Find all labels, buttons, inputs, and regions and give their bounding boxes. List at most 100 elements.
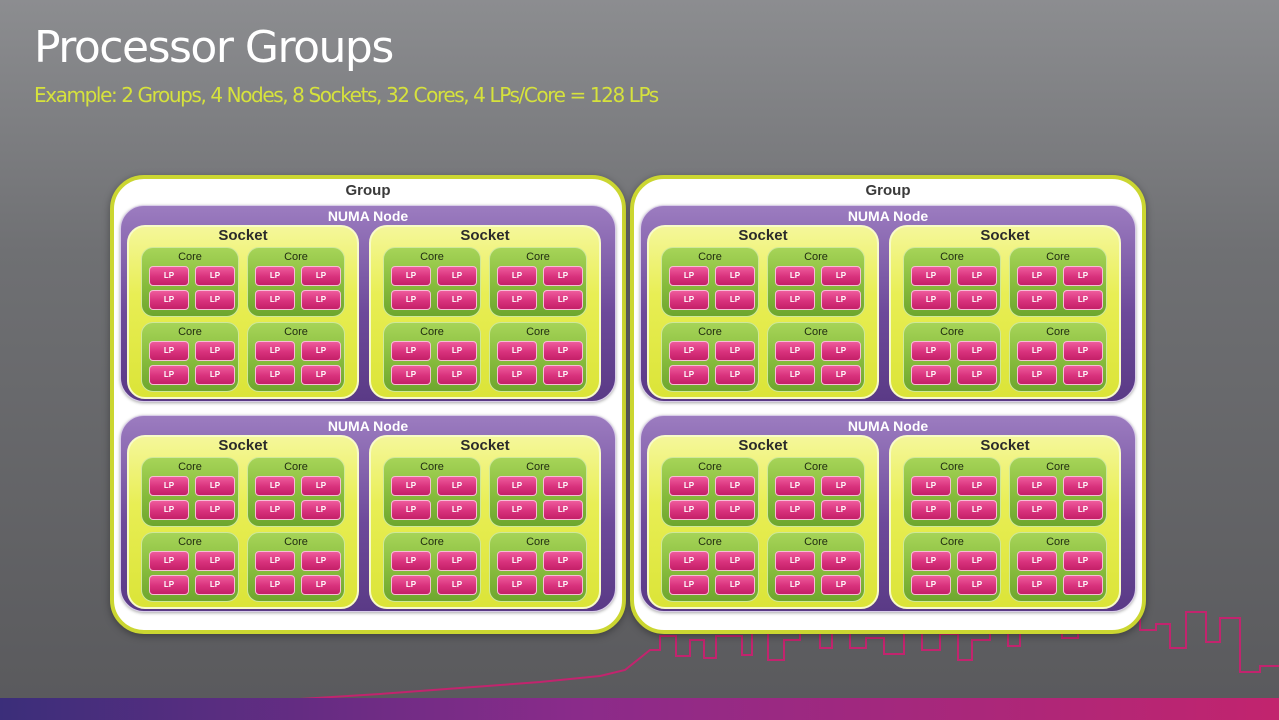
core-label: Core bbox=[804, 536, 828, 548]
logical-processor: LP bbox=[775, 476, 815, 496]
logical-processor: LP bbox=[821, 575, 861, 595]
logical-processor: LP bbox=[255, 290, 295, 310]
footer-gradient-bar bbox=[0, 698, 1279, 720]
core-label: Core bbox=[526, 461, 550, 473]
core: Core LP LP LP LP bbox=[903, 247, 1001, 317]
core: Core LP LP LP LP bbox=[141, 247, 239, 317]
logical-processor: LP bbox=[437, 290, 477, 310]
logical-processor: LP bbox=[391, 365, 431, 385]
core: Core LP LP LP LP bbox=[903, 532, 1001, 602]
logical-processor: LP bbox=[255, 266, 295, 286]
logical-processor: LP bbox=[911, 290, 951, 310]
logical-processor: LP bbox=[669, 341, 709, 361]
processor-group: Group NUMA Node Socket Core LP LP LP LP Core LP LP… bbox=[110, 175, 626, 634]
logical-processor: LP bbox=[957, 365, 997, 385]
core: Core LP LP LP LP bbox=[767, 457, 865, 527]
socket: Socket Core LP LP LP LP Core LP LP LP LP Core LP LP LP… bbox=[369, 225, 601, 399]
logical-processor: LP bbox=[149, 290, 189, 310]
logical-processor: LP bbox=[437, 266, 477, 286]
logical-processor: LP bbox=[195, 341, 235, 361]
logical-processor: LP bbox=[149, 551, 189, 571]
socket: Socket Core LP LP LP LP Core LP LP LP LP Core LP LP LP… bbox=[647, 435, 879, 609]
core: Core LP LP LP LP bbox=[383, 532, 481, 602]
logical-processor: LP bbox=[301, 551, 341, 571]
logical-processor: LP bbox=[437, 575, 477, 595]
logical-processor: LP bbox=[957, 476, 997, 496]
core-label: Core bbox=[178, 326, 202, 338]
logical-processor: LP bbox=[715, 341, 755, 361]
logical-processor: LP bbox=[715, 575, 755, 595]
logical-processor: LP bbox=[1017, 290, 1057, 310]
socket: Socket Core LP LP LP LP Core LP LP LP LP Core LP LP LP… bbox=[889, 225, 1121, 399]
numa-node: NUMA Node Socket Core LP LP LP LP Core LP LP LP LP C… bbox=[120, 205, 616, 402]
core: Core LP LP LP LP bbox=[661, 322, 759, 392]
logical-processor: LP bbox=[669, 266, 709, 286]
logical-processor: LP bbox=[195, 575, 235, 595]
core-label: Core bbox=[940, 326, 964, 338]
logical-processor: LP bbox=[775, 551, 815, 571]
numa-node: NUMA Node Socket Core LP LP LP LP Core LP LP LP LP C… bbox=[640, 415, 1136, 612]
core: Core LP LP LP LP bbox=[1009, 247, 1107, 317]
logical-processor: LP bbox=[1017, 266, 1057, 286]
logical-processor: LP bbox=[1063, 365, 1103, 385]
logical-processor: LP bbox=[1017, 365, 1057, 385]
socket: Socket Core LP LP LP LP Core LP LP LP LP Core LP LP LP… bbox=[369, 435, 601, 609]
logical-processor: LP bbox=[1017, 500, 1057, 520]
processor-group: Group NUMA Node Socket Core LP LP LP LP Core LP LP… bbox=[630, 175, 1146, 634]
numa-node-label: NUMA Node bbox=[327, 208, 409, 224]
socket: Socket Core LP LP LP LP Core LP LP LP LP Core LP LP LP… bbox=[889, 435, 1121, 609]
logical-processor: LP bbox=[911, 365, 951, 385]
core-label: Core bbox=[420, 461, 444, 473]
logical-processor: LP bbox=[911, 551, 951, 571]
logical-processor: LP bbox=[1063, 266, 1103, 286]
logical-processor: LP bbox=[957, 266, 997, 286]
numa-node-label: NUMA Node bbox=[847, 208, 929, 224]
logical-processor: LP bbox=[1063, 476, 1103, 496]
logical-processor: LP bbox=[391, 266, 431, 286]
logical-processor: LP bbox=[821, 476, 861, 496]
socket-label: Socket bbox=[980, 227, 1030, 244]
core-label: Core bbox=[1046, 461, 1070, 473]
core-label: Core bbox=[698, 326, 722, 338]
logical-processor: LP bbox=[1017, 341, 1057, 361]
core: Core LP LP LP LP bbox=[1009, 457, 1107, 527]
socket-label: Socket bbox=[980, 437, 1030, 454]
logical-processor: LP bbox=[669, 290, 709, 310]
logical-processor: LP bbox=[957, 290, 997, 310]
core: Core LP LP LP LP bbox=[767, 532, 865, 602]
core: Core LP LP LP LP bbox=[141, 322, 239, 392]
core-label: Core bbox=[940, 251, 964, 263]
socket: Socket Core LP LP LP LP Core LP LP LP LP Core LP LP LP… bbox=[127, 435, 359, 609]
core: Core LP LP LP LP bbox=[141, 457, 239, 527]
logical-processor: LP bbox=[775, 266, 815, 286]
logical-processor: LP bbox=[957, 575, 997, 595]
logical-processor: LP bbox=[391, 290, 431, 310]
core-label: Core bbox=[420, 326, 444, 338]
core-label: Core bbox=[1046, 536, 1070, 548]
logical-processor: LP bbox=[1017, 476, 1057, 496]
logical-processor: LP bbox=[715, 266, 755, 286]
numa-node: NUMA Node Socket Core LP LP LP LP Core LP LP LP LP C… bbox=[120, 415, 616, 612]
logical-processor: LP bbox=[497, 365, 537, 385]
core: Core LP LP LP LP bbox=[1009, 322, 1107, 392]
core-label: Core bbox=[804, 251, 828, 263]
core-label: Core bbox=[526, 251, 550, 263]
core-label: Core bbox=[420, 251, 444, 263]
logical-processor: LP bbox=[149, 500, 189, 520]
core: Core LP LP LP LP bbox=[661, 532, 759, 602]
logical-processor: LP bbox=[669, 365, 709, 385]
logical-processor: LP bbox=[669, 476, 709, 496]
core-label: Core bbox=[284, 461, 308, 473]
core-label: Core bbox=[698, 251, 722, 263]
logical-processor: LP bbox=[437, 341, 477, 361]
logical-processor: LP bbox=[391, 575, 431, 595]
logical-processor: LP bbox=[1063, 500, 1103, 520]
socket-label: Socket bbox=[460, 227, 510, 244]
logical-processor: LP bbox=[255, 551, 295, 571]
core: Core LP LP LP LP bbox=[903, 457, 1001, 527]
logical-processor: LP bbox=[715, 476, 755, 496]
logical-processor: LP bbox=[669, 500, 709, 520]
logical-processor: LP bbox=[301, 476, 341, 496]
logical-processor: LP bbox=[911, 500, 951, 520]
core-label: Core bbox=[698, 461, 722, 473]
